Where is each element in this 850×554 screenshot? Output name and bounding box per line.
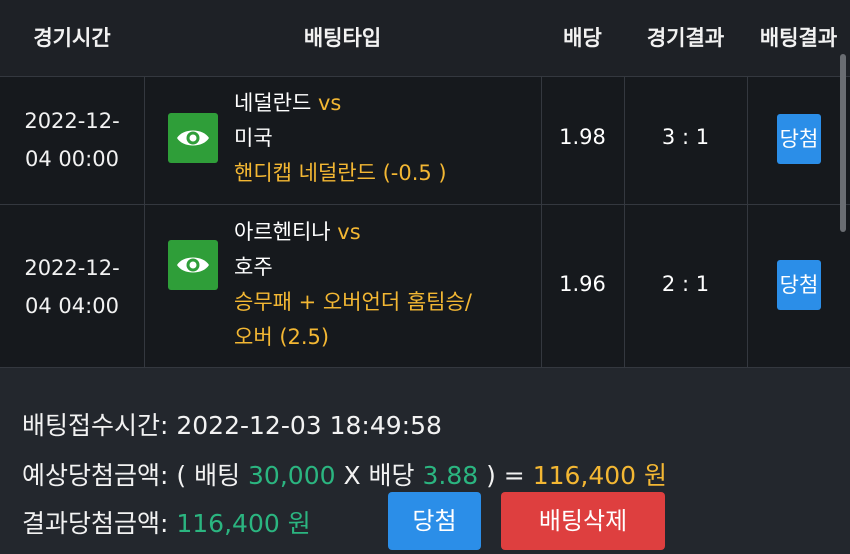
column-divider (144, 76, 145, 368)
times-label: X 배당 (335, 461, 423, 490)
home-team: 네덜란드 (234, 91, 312, 115)
eye-icon (177, 257, 209, 273)
expected-amount: 116,400 원 (532, 461, 668, 490)
result-amount: 116,400 원 (176, 509, 311, 538)
receipt-time: 2022-12-03 18:49:58 (176, 411, 442, 440)
view-details-button[interactable] (168, 240, 218, 290)
header-time: 경기시간 (33, 26, 111, 50)
win-badge: 당첨 (777, 260, 821, 310)
delete-bet-button[interactable]: 배팅삭제 (501, 492, 665, 550)
header-bet-type: 배팅타입 (303, 26, 382, 50)
vs-label: vs (337, 220, 361, 244)
result-label: 결과당첨금액: (22, 509, 177, 538)
row-divider (0, 204, 850, 205)
away-team: 미국 (234, 126, 273, 150)
bet-amount: 30,000 (248, 461, 336, 490)
match-score: 2 : 1 (661, 272, 710, 296)
column-divider (541, 76, 542, 368)
bet-type-label: 오버 (2.5) (234, 325, 330, 349)
header-match-result: 경기결과 (646, 26, 725, 50)
odds-value: 1.98 (559, 125, 606, 149)
bet-type-label: 승무패 + 오버언더 홈팀승/ (234, 290, 472, 314)
eye-icon (177, 130, 209, 146)
match-info: 아르헨티나 vs 호주 승무패 + 오버언더 홈팀승/ 오버 (2.5) (234, 215, 472, 355)
view-details-button[interactable] (168, 113, 218, 163)
match-date: 2022-12- 04 04:00 (24, 256, 120, 318)
header-odds: 배당 (563, 26, 602, 50)
scrollbar[interactable] (840, 54, 846, 232)
expected-label: 예상당첨금액: ( 배팅 (22, 461, 249, 490)
column-divider (747, 76, 748, 368)
table-header: 경기시간 배팅타입 배당 경기결과 배팅결과 (0, 0, 850, 76)
match-score: 3 : 1 (661, 125, 710, 149)
win-button[interactable]: 당첨 (388, 492, 481, 550)
odds-value: 1.96 (559, 272, 606, 296)
receipt-time-line: 배팅접수시간: 2022-12-03 18:49:58 (22, 406, 442, 442)
vs-label: vs (317, 91, 342, 115)
bet-type-label: 핸디캡 네덜란드 (-0.5 ) (234, 161, 447, 185)
home-team: 아르헨티나 (234, 220, 331, 244)
away-team: 호주 (234, 255, 273, 279)
header-bet-result: 배팅결과 (759, 26, 838, 50)
equals-label: ) = (478, 461, 533, 490)
expected-amount-line: 예상당첨금액: ( 배팅 30,000 X 배당 3.88 ) = 116,40… (22, 456, 667, 492)
row-divider (0, 76, 850, 77)
column-divider (624, 76, 625, 368)
match-info: 네덜란드 vs 미국 핸디캡 네덜란드 (-0.5 ) (234, 86, 447, 191)
result-amount-line: 결과당첨금액: 116,400 원 (22, 504, 311, 540)
match-date: 2022-12- 04 00:00 (24, 109, 120, 171)
total-odds: 3.88 (422, 461, 479, 490)
win-badge: 당첨 (777, 114, 821, 164)
receipt-label: 배팅접수시간: (22, 411, 177, 440)
